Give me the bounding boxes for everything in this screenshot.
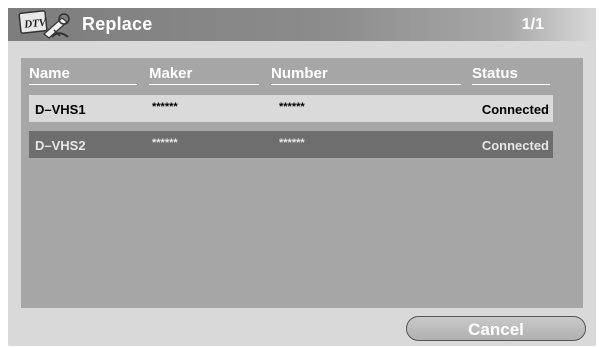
device-maker: ****** — [152, 101, 178, 113]
device-row[interactable]: D–VHS1 ****** ****** Connected — [29, 95, 553, 122]
device-name: D–VHS2 — [35, 138, 86, 153]
svg-text:DTV: DTV — [23, 16, 49, 31]
device-maker: ****** — [152, 137, 178, 149]
device-status: Connected — [481, 102, 549, 117]
dialog-title: Replace — [82, 14, 153, 34]
page-indicator: 1/1 — [521, 16, 544, 33]
cancel-button[interactable]: Cancel — [406, 316, 586, 341]
column-header-status: Status — [472, 65, 550, 85]
dtv-tools-icon: DTV — [18, 10, 70, 39]
column-header-number: Number — [271, 65, 461, 85]
column-header-name: Name — [29, 65, 137, 85]
device-row-selected[interactable]: D–VHS2 ****** ****** Connected — [29, 131, 553, 158]
device-name: D–VHS1 — [35, 102, 86, 117]
device-status: Connected — [481, 138, 549, 153]
device-list: Name Maker Number Status D–VHS1 ****** *… — [21, 58, 583, 308]
column-header-maker: Maker — [149, 65, 259, 85]
replace-dialog: DTV Replace 1/1 Name Maker Number Status… — [8, 8, 596, 346]
device-number: ****** — [279, 137, 305, 149]
title-bar: DTV Replace 1/1 — [8, 8, 596, 41]
device-number: ****** — [279, 101, 305, 113]
